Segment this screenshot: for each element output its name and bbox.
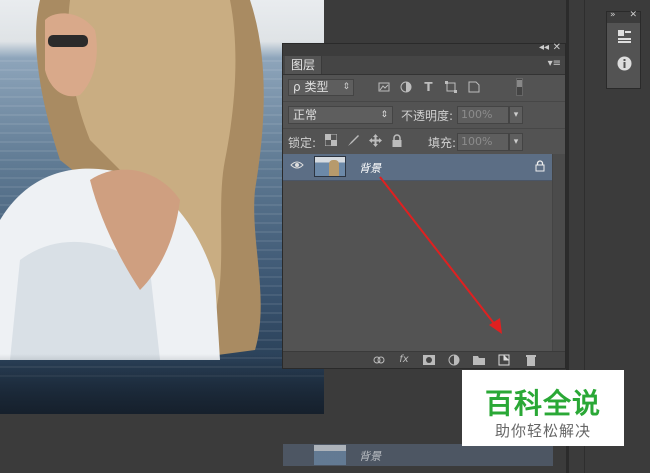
- close-icon[interactable]: ✕: [553, 42, 561, 53]
- water-shadow: [0, 354, 324, 414]
- dropdown-arrow-icon: ⇕: [380, 110, 388, 120]
- filter-row: ρ 类型 ⇕ T: [283, 75, 565, 102]
- close-icon[interactable]: ✕: [629, 10, 637, 20]
- ghost-layer-name: 背景: [359, 450, 381, 463]
- collapsed-panel-dock: » ✕: [606, 10, 641, 89]
- folder-icon[interactable]: [473, 354, 485, 366]
- watermark-title: 百科全说: [484, 387, 601, 420]
- adjustment-icon[interactable]: [448, 354, 460, 366]
- layer-thumbnail[interactable]: [314, 156, 346, 177]
- canvas-photo: [0, 0, 324, 414]
- layer-row[interactable]: 背景: [283, 154, 553, 181]
- panel-header[interactable]: ◂◂ ✕: [283, 42, 565, 56]
- dock-header[interactable]: » ✕: [607, 10, 640, 23]
- info-icon[interactable]: [617, 56, 632, 71]
- search-icon: ρ: [293, 80, 301, 94]
- text-filter-icon[interactable]: T: [422, 81, 435, 94]
- collapse-icon[interactable]: ◂◂: [539, 42, 549, 53]
- blend-row: 正常 ⇕ 不透明度: 100% ▾: [283, 102, 565, 129]
- smartobject-filter-icon[interactable]: [467, 81, 480, 94]
- lock-all-icon[interactable]: [390, 134, 404, 148]
- lock-position-icon[interactable]: [368, 134, 382, 148]
- link-icon[interactable]: [373, 354, 385, 366]
- drag-ghost-layer: 背景: [283, 444, 553, 466]
- lock-pixels-icon[interactable]: [346, 134, 360, 148]
- expand-icon[interactable]: »: [610, 10, 616, 20]
- watermark: 百科全说 助你轻松解决: [462, 370, 624, 446]
- tab-layers[interactable]: 图层: [285, 56, 323, 74]
- opacity-dropdown[interactable]: ▾: [509, 106, 523, 124]
- lock-label: 锁定:: [288, 136, 317, 150]
- woman-figure: [0, 0, 264, 360]
- eye-icon[interactable]: [290, 160, 304, 174]
- opacity-label: 不透明度:: [401, 109, 454, 123]
- dropdown-arrow-icon: ⇕: [342, 82, 350, 92]
- shape-filter-icon[interactable]: [444, 81, 457, 94]
- image-filter-icon[interactable]: [377, 81, 390, 94]
- watermark-subtitle: 助你轻松解决: [494, 422, 591, 440]
- filter-type-label: 类型: [304, 80, 329, 94]
- new-layer-icon[interactable]: [498, 354, 510, 366]
- layer-name[interactable]: 背景: [359, 160, 381, 176]
- mask-icon[interactable]: [423, 354, 435, 366]
- layers-scrollbar[interactable]: [552, 154, 565, 354]
- blend-mode-value: 正常: [293, 108, 318, 122]
- lock-transparent-icon[interactable]: [324, 133, 338, 148]
- fill-input[interactable]: 100%: [457, 133, 509, 151]
- fx-icon[interactable]: fx: [398, 354, 410, 366]
- panel-tab-row: 图层 ▾≡: [283, 56, 565, 75]
- filter-toggle[interactable]: [516, 78, 523, 96]
- panel-menu-icon[interactable]: ▾≡: [548, 58, 561, 69]
- filter-type-select[interactable]: ρ 类型 ⇕: [288, 79, 354, 96]
- layers-list: 背景 背景: [283, 154, 553, 466]
- layers-bottom-bar: fx: [283, 351, 565, 368]
- fill-dropdown[interactable]: ▾: [509, 133, 523, 151]
- layer-lock-icon[interactable]: [535, 160, 545, 175]
- blend-mode-select[interactable]: 正常 ⇕: [288, 106, 393, 124]
- properties-icon[interactable]: [617, 29, 632, 44]
- layers-panel: ◂◂ ✕ 图层 ▾≡ ρ 类型 ⇕ T 正常 ⇕ 不透明度: 100% ▾ 锁定…: [282, 42, 566, 466]
- ghost-layer-thumbnail: [314, 445, 346, 465]
- canvas-bottom-bg: [0, 414, 324, 473]
- adjustment-filter-icon[interactable]: [399, 81, 412, 94]
- fill-label: 填充:: [428, 136, 457, 150]
- lock-row: 锁定: 填充: 100% ▾: [283, 129, 565, 156]
- opacity-input[interactable]: 100%: [457, 106, 509, 124]
- trash-icon[interactable]: [525, 354, 537, 366]
